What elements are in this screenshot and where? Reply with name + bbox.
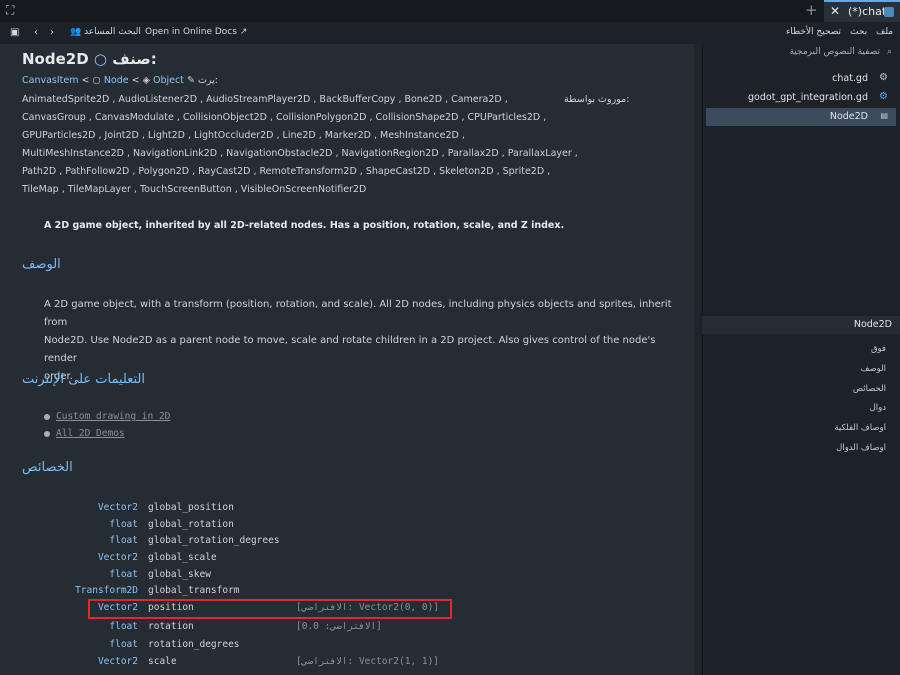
inherited-line[interactable]: MultiMeshInstance2D , NavigationLink2D ,…: [22, 148, 578, 159]
section-tutorials: التعليمات على الإنترنت: [22, 372, 145, 387]
class-title: Node2D ○ صنف:: [22, 50, 157, 68]
doc-icon: ▤: [880, 111, 888, 120]
outline-item[interactable]: اوصاف الدوال: [836, 443, 886, 453]
tab-label: (*)chat: [848, 5, 887, 18]
bullet: [44, 414, 50, 420]
inherits-line: CanvasItem < ○ Node < ◈ Object ✎ يرث:: [22, 75, 218, 86]
menu-debug[interactable]: تصحيح الأخطاء: [786, 27, 841, 37]
gear-icon: ⚙: [879, 72, 888, 83]
script-icon: [884, 7, 894, 17]
forward-icon[interactable]: ›: [50, 27, 54, 38]
new-tab-icon[interactable]: +: [805, 1, 818, 19]
script-list-item[interactable]: Node2D ▤: [706, 108, 896, 126]
help-search-button[interactable]: 👥 البحث المساعد: [70, 27, 141, 37]
menu-search[interactable]: بحث: [850, 27, 867, 37]
help-icon: 👥: [70, 27, 85, 37]
outline-item[interactable]: اوصاف الفلكية: [834, 423, 886, 433]
section-properties: الخصائص: [22, 460, 73, 475]
outline-item[interactable]: الخصائص: [853, 384, 886, 394]
prop-type[interactable]: float: [8, 569, 138, 580]
prop-name[interactable]: rotation: [148, 621, 194, 632]
prop-type[interactable]: float: [8, 519, 138, 530]
inherited-line[interactable]: TileMap , TileMapLayer , TouchScreenButt…: [22, 184, 366, 195]
inherited-line[interactable]: CanvasGroup , CanvasModulate , Collision…: [22, 112, 546, 123]
prop-name[interactable]: scale: [148, 656, 177, 667]
outline-item[interactable]: فوق: [871, 344, 886, 354]
prop-type[interactable]: float: [8, 535, 138, 546]
script-list-item[interactable]: chat.gd ⚙: [706, 70, 896, 88]
scripts-panel: [702, 44, 900, 675]
inherited-line[interactable]: Path2D , PathFollow2D , Polygon2D , RayC…: [22, 166, 550, 177]
inherited-by-label: موروث بواسطة:: [564, 94, 630, 105]
prop-type[interactable]: float: [8, 639, 138, 650]
outline-item[interactable]: دوال: [870, 403, 886, 413]
inherited-line[interactable]: GPUParticles2D , Joint2D , Light2D , Lig…: [22, 130, 465, 141]
tutorial-link[interactable]: All 2D Demos: [56, 428, 125, 439]
highlight-box: [88, 599, 452, 619]
inherit-link[interactable]: Object: [153, 75, 184, 86]
script-list-item[interactable]: godot_gpt_integration.gd ⚙: [706, 89, 896, 107]
outline-header: Node2D: [702, 316, 900, 334]
prop-default: [الافتراضي: 0.0]: [296, 621, 382, 632]
prop-name[interactable]: rotation_degrees: [148, 639, 240, 650]
prop-type[interactable]: Vector2: [8, 552, 138, 563]
object-icon: ◈: [142, 75, 150, 86]
prop-name[interactable]: global_skew: [148, 569, 211, 580]
section-description: الوصف: [22, 257, 61, 272]
prop-type[interactable]: Vector2: [8, 656, 138, 667]
prop-type[interactable]: float: [8, 621, 138, 632]
toolbar: ▣ ‹ › 👥 البحث المساعد Open in Online Doc…: [0, 22, 900, 44]
gear-icon: ⚙: [879, 91, 888, 102]
outline-item[interactable]: الوصف: [861, 364, 886, 374]
brief-description: A 2D game object, inherited by all 2D-re…: [44, 220, 565, 231]
prop-name[interactable]: global_rotation_degrees: [148, 535, 280, 546]
inherited-line[interactable]: AnimatedSprite2D , AudioListener2D , Aud…: [22, 94, 508, 105]
distraction-free-icon[interactable]: ⛶: [6, 3, 14, 18]
node-icon: ○: [93, 50, 107, 68]
prop-name[interactable]: global_position: [148, 502, 234, 513]
script-filter-input[interactable]: تصفية النصوص البرمجية ⌕: [706, 47, 896, 61]
close-icon[interactable]: ✕: [830, 4, 840, 18]
back-icon[interactable]: ‹: [34, 27, 38, 38]
prop-name[interactable]: global_scale: [148, 552, 217, 563]
pencil-icon: ✎: [186, 75, 195, 86]
online-docs-button[interactable]: Open in Online Docs ↗: [145, 27, 247, 37]
search-icon: ⌕: [886, 47, 892, 57]
prop-type[interactable]: Transform2D: [8, 585, 138, 596]
inherit-link[interactable]: CanvasItem: [22, 75, 79, 86]
tab-bar: ⛶ + ✕ (*)chat: [0, 0, 900, 22]
external-link-icon: ↗: [239, 27, 248, 37]
prop-default: [الافتراضي: Vector2(1, 1)]: [296, 656, 440, 667]
prop-name[interactable]: global_rotation: [148, 519, 234, 530]
menu-file[interactable]: ملف: [876, 27, 893, 37]
node-icon: ○: [92, 75, 101, 86]
inherit-link[interactable]: Node: [104, 75, 129, 86]
prop-type[interactable]: Vector2: [8, 502, 138, 513]
prop-name[interactable]: global_transform: [148, 585, 240, 596]
tutorial-link[interactable]: Custom drawing in 2D: [56, 411, 170, 422]
toggle-panel-icon[interactable]: ▣: [10, 27, 19, 38]
scrollbar[interactable]: [694, 44, 700, 675]
bullet: [44, 431, 50, 437]
tab-chat[interactable]: ✕ (*)chat: [824, 0, 900, 22]
